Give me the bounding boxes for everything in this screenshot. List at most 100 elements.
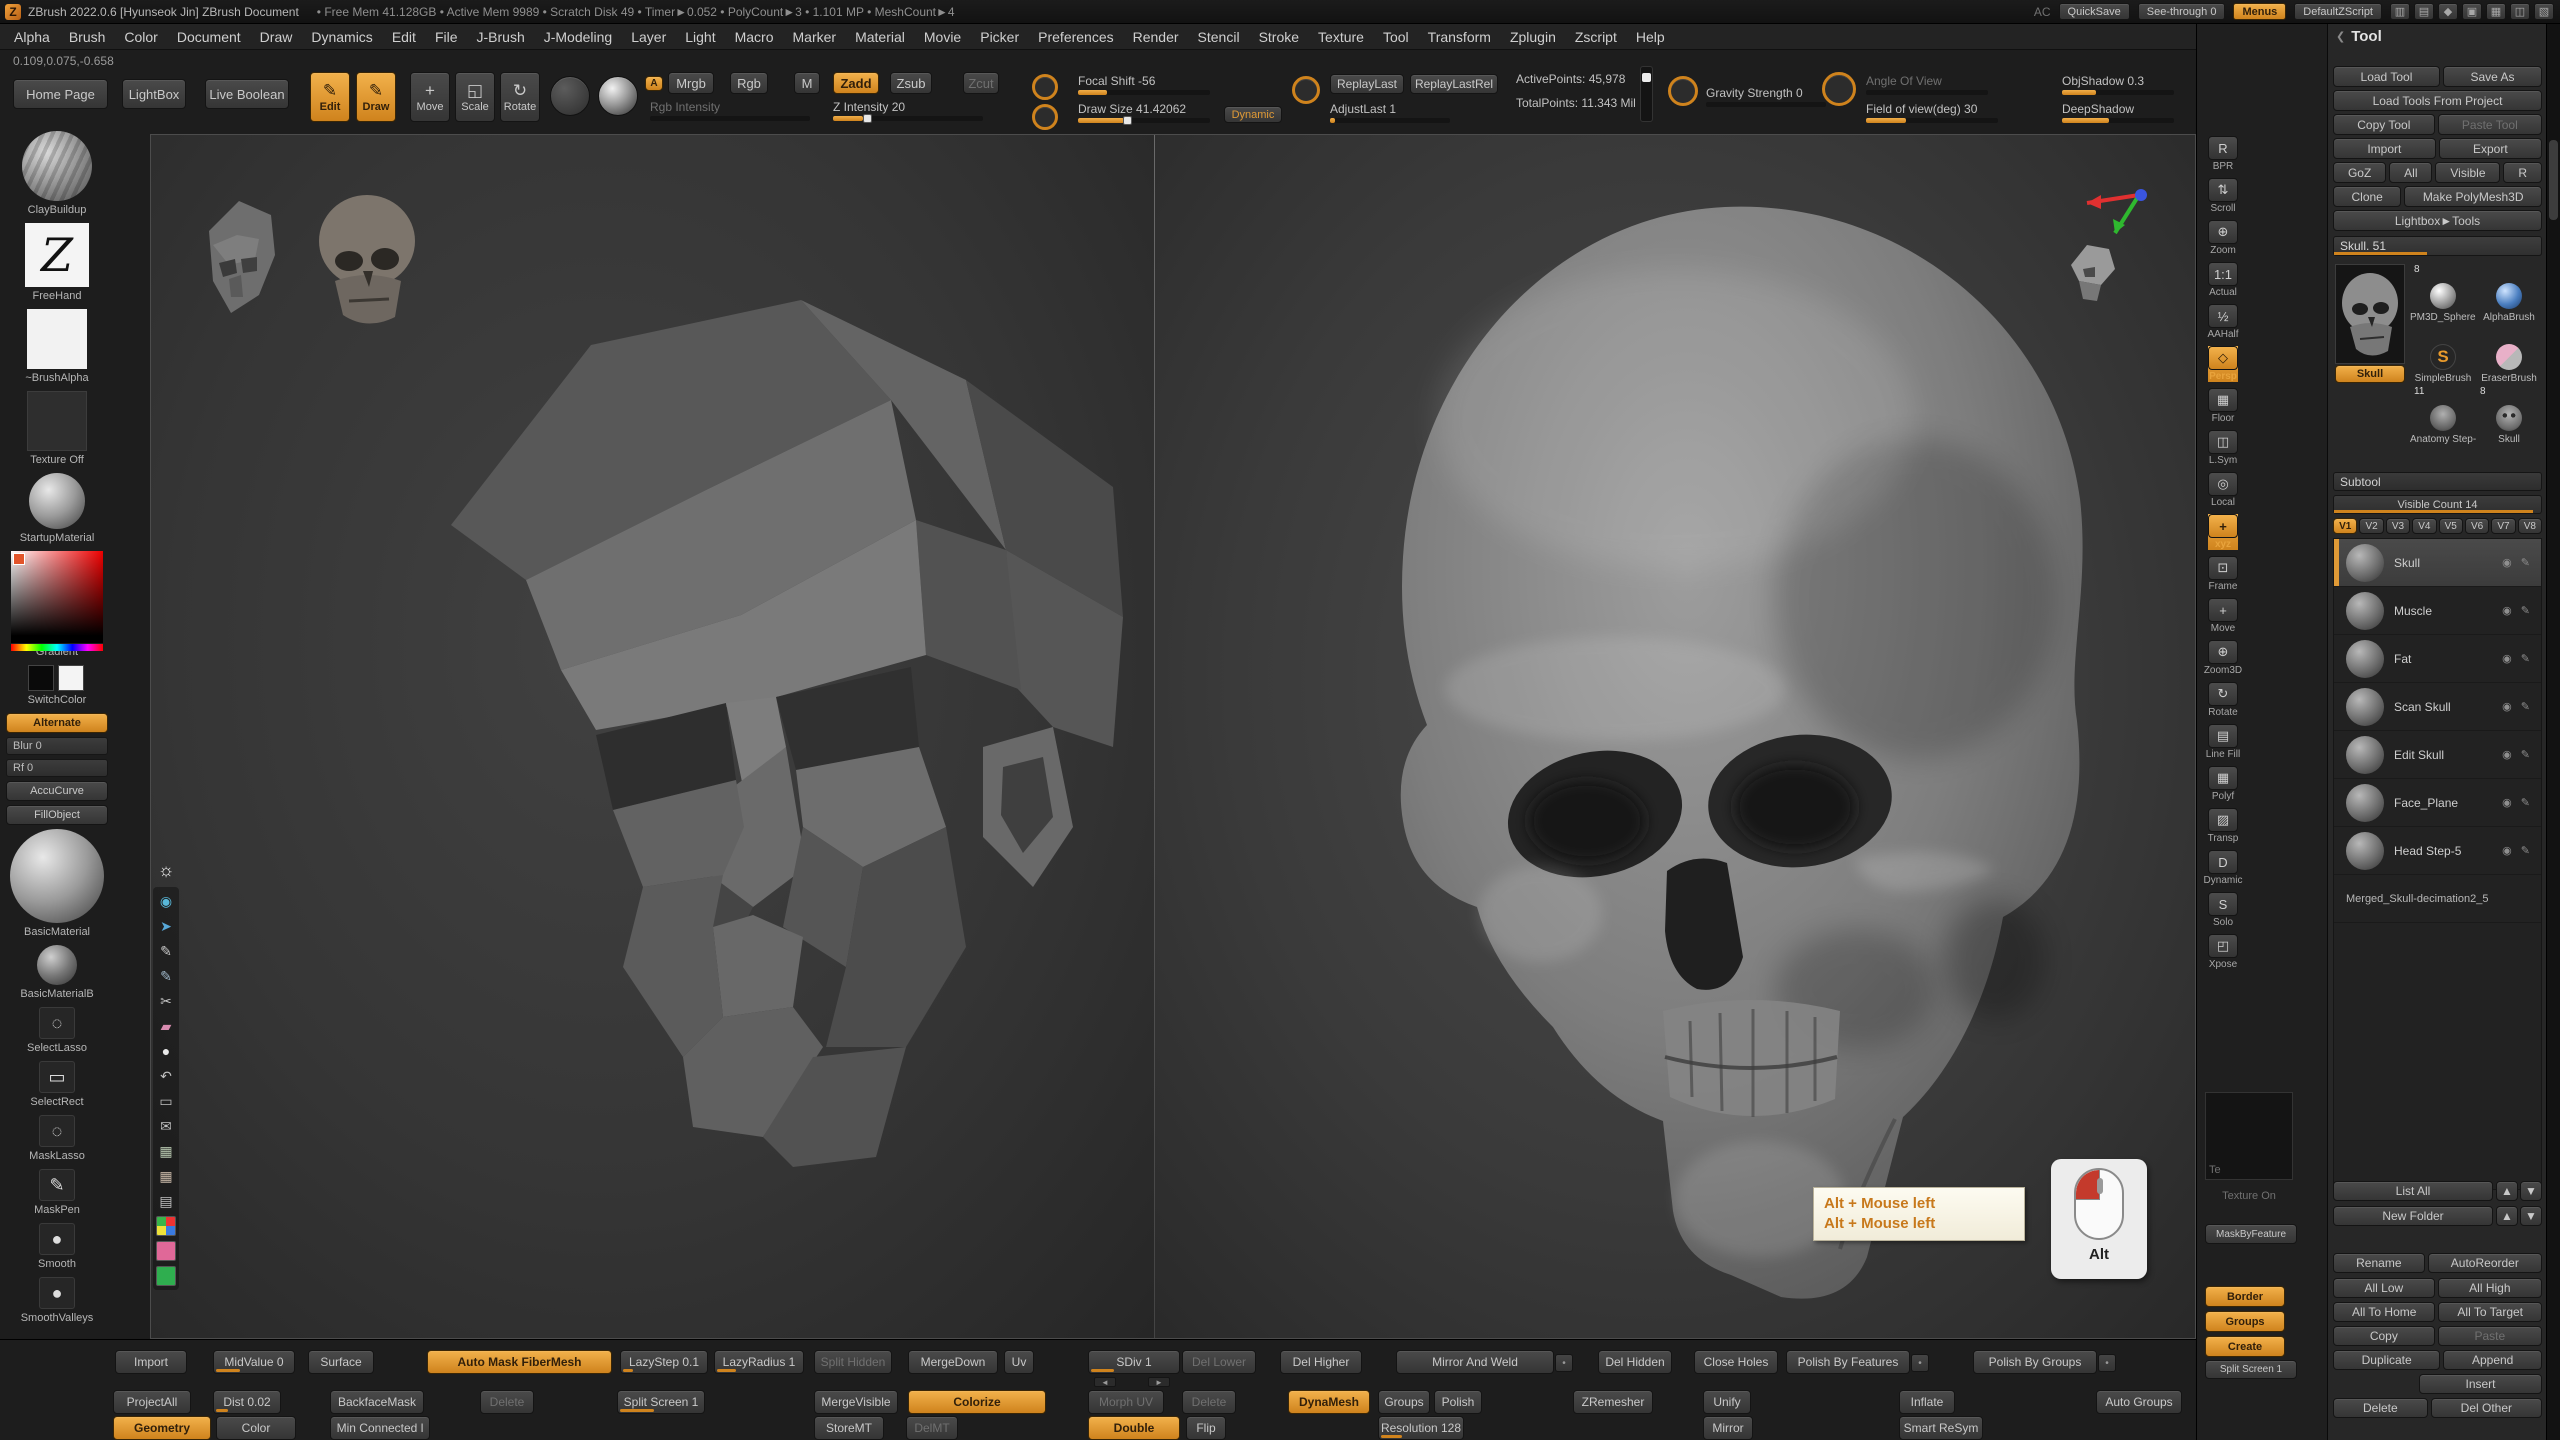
bottom-unify-button[interactable]: Unify <box>1703 1390 1751 1414</box>
menus-button[interactable]: Menus <box>2233 3 2286 20</box>
subtool-tab-v5[interactable]: V5 <box>2439 518 2463 534</box>
menu-file[interactable]: File <box>435 29 458 45</box>
points-vertical-slider[interactable] <box>1640 66 1653 122</box>
menu-light[interactable]: Light <box>685 29 715 45</box>
viewport-control-persp[interactable]: ◇Persp <box>2208 346 2238 382</box>
sidebar-item-basicmaterial[interactable]: BasicMaterial <box>10 829 104 938</box>
fov-slider[interactable]: Field of view(deg) 30 <box>1866 102 1998 123</box>
lightbox-button[interactable]: LightBox <box>122 79 186 109</box>
menu-macro[interactable]: Macro <box>735 29 774 45</box>
subtool-row-edit-skull[interactable]: Edit Skull◉ ✎ <box>2334 731 2541 779</box>
texture-preview[interactable]: Te <box>2205 1092 2293 1180</box>
replay-icon[interactable] <box>1292 76 1320 104</box>
subtool-tab-v1[interactable]: V1 <box>2333 518 2357 534</box>
alpha-button[interactable] <box>598 76 638 116</box>
eye-icon[interactable]: ◉ <box>156 891 176 911</box>
thumb-smoothvalleys[interactable]: ● <box>39 1277 75 1309</box>
subtool-visibility-icons[interactable]: ◉ ✎ <box>2502 604 2533 617</box>
viewport-control-aahalf[interactable]: ½AAHalf <box>2207 304 2238 340</box>
sidebar-item-selectrect[interactable]: ▭SelectRect <box>30 1061 83 1108</box>
split-view-icon[interactable]: ◫ <box>2510 3 2530 20</box>
subtool-row-fat[interactable]: Fat◉ ✎ <box>2334 635 2541 683</box>
sidebar-item-startupmaterial[interactable]: StartupMaterial <box>20 473 95 544</box>
thumb-startupmaterial[interactable] <box>29 473 85 529</box>
bottom-dist-0-02-button[interactable]: Dist 0.02 <box>213 1390 281 1414</box>
menu-render[interactable]: Render <box>1133 29 1179 45</box>
tool-item-alphabrush[interactable]: AlphaBrush <box>2476 262 2542 323</box>
groups-button[interactable]: Groups <box>2205 1311 2285 1332</box>
tool-visible-button[interactable]: Visible <box>2435 162 2500 183</box>
sidebar-item-switchcolor[interactable]: SwitchColor <box>28 665 87 706</box>
sidebar-fillobject-button[interactable]: FillObject <box>6 805 108 825</box>
default-zscript-button[interactable]: DefaultZScript <box>2294 3 2382 20</box>
menu-document[interactable]: Document <box>177 29 241 45</box>
subtool-row-skull[interactable]: Skull◉ ✎ <box>2334 539 2541 587</box>
bottom-lazyradius-1-button[interactable]: LazyRadius 1 <box>714 1350 804 1374</box>
subtool-autoreorder-button[interactable]: AutoReorder <box>2428 1253 2542 1273</box>
bottom-close-holes-button[interactable]: Close Holes <box>1694 1350 1778 1374</box>
sidebar-item-smooth[interactable]: ●Smooth <box>38 1223 76 1270</box>
subtool-row-merged-skull-decimation2-5[interactable]: Merged_Skull-decimation2_5 <box>2334 875 2541 923</box>
tool-item-pm3d-sphere3d[interactable]: 8PM3D_Sphere3D <box>2410 262 2476 323</box>
reference-skull-thumbnail[interactable] <box>305 185 435 345</box>
viewport-control-rotate[interactable]: ↻Rotate <box>2208 682 2238 718</box>
thumb-basicmaterialb[interactable] <box>37 945 77 985</box>
thumb-basicmaterial[interactable] <box>10 829 104 923</box>
thumb-switchcolor[interactable] <box>28 665 86 691</box>
thumb-selectrect[interactable]: ▭ <box>39 1061 75 1093</box>
menu-alpha[interactable]: Alpha <box>14 29 50 45</box>
sidebar-item-freehand[interactable]: ZFreeHand <box>25 223 89 302</box>
viewport-control-zoom[interactable]: ⊕Zoom <box>2208 220 2238 256</box>
viewport-control-scroll[interactable]: ⇅Scroll <box>2208 178 2238 214</box>
subtool-visibility-icons[interactable]: ◉ ✎ <box>2502 700 2533 713</box>
thumb-selectlasso[interactable]: ◌ <box>39 1007 75 1039</box>
bottom-colorize-button[interactable]: Colorize <box>908 1390 1046 1414</box>
sidebar-item-basicmaterialb[interactable]: BasicMaterialB <box>20 945 93 1000</box>
zcut-button[interactable]: Zcut <box>963 72 999 94</box>
subtool-delete-button[interactable]: Delete <box>2333 1398 2428 1418</box>
swatch-green[interactable] <box>156 1266 176 1286</box>
menu-tool[interactable]: Tool <box>1383 29 1409 45</box>
bottom-projectall-button[interactable]: ProjectAll <box>113 1390 191 1414</box>
bottom-morph-uv-button[interactable]: Morph UV <box>1088 1390 1164 1414</box>
bottom-surface-button[interactable]: Surface <box>308 1350 374 1374</box>
replay-last-rel-button[interactable]: ReplayLastRel <box>1410 74 1498 94</box>
viewport-control-move[interactable]: +Move <box>2208 598 2238 634</box>
eraser-icon[interactable]: ▰ <box>156 1016 176 1036</box>
thumb-gradient[interactable] <box>11 551 103 643</box>
subtool-all-low-button[interactable]: All Low <box>2333 1278 2435 1298</box>
bottom-storemt-button[interactable]: StoreMT <box>814 1416 884 1440</box>
create-button[interactable]: Create <box>2205 1336 2285 1357</box>
texture-on-toggle[interactable]: Texture On <box>2205 1190 2293 1202</box>
sidebar-item-gradient[interactable]: Gradient <box>11 551 103 658</box>
obj-shadow-slider[interactable]: ObjShadow 0.3 <box>2062 74 2174 95</box>
thumb-smooth[interactable]: ● <box>39 1223 75 1255</box>
tool-clone-button[interactable]: Clone <box>2333 186 2401 207</box>
subtool-copy-button[interactable]: Copy <box>2333 1326 2435 1346</box>
columns-icon[interactable]: ▤ <box>2414 3 2434 20</box>
menu-layer[interactable]: Layer <box>631 29 666 45</box>
viewport-control-dynamic[interactable]: DDynamic <box>2204 850 2243 886</box>
tool-import-button[interactable]: Import <box>2333 138 2436 159</box>
menu-transform[interactable]: Transform <box>1428 29 1491 45</box>
sdiv-next-button[interactable]: ► <box>1148 1377 1170 1387</box>
zsub-button[interactable]: Zsub <box>890 72 932 94</box>
subtool-tab-v6[interactable]: V6 <box>2465 518 2489 534</box>
bottom-sdiv-1-button[interactable]: SDiv 1 <box>1088 1350 1180 1374</box>
sidebar-alternate-button[interactable]: Alternate <box>6 713 108 733</box>
bottom-auto-mask-fibermesh-button[interactable]: Auto Mask FiberMesh <box>427 1350 612 1374</box>
sidebar-item-texture-off[interactable]: Texture Off <box>27 391 87 466</box>
scissors-icon[interactable]: ✂ <box>156 991 176 1011</box>
subtool-row-head-step-5[interactable]: Head Step-5◉ ✎ <box>2334 827 2541 875</box>
sidebar-accucurve-button[interactable]: AccuCurve <box>6 781 108 801</box>
tool-all-button[interactable]: All <box>2389 162 2432 183</box>
subtool-all-to-target-button[interactable]: All To Target <box>2438 1302 2542 1322</box>
secondary-color-swatch[interactable] <box>58 665 84 691</box>
subtool-append-button[interactable]: Append <box>2443 1350 2542 1370</box>
thumb-freehand[interactable]: Z <box>25 223 89 287</box>
menu-texture[interactable]: Texture <box>1318 29 1364 45</box>
bottom-polish-by-groups-button[interactable]: Polish By Groups <box>1973 1350 2097 1374</box>
subtool-tab-v7[interactable]: V7 <box>2491 518 2515 534</box>
subtool-row-face-plane[interactable]: Face_Plane◉ ✎ <box>2334 779 2541 827</box>
tool-r-button[interactable]: R <box>2503 162 2542 183</box>
